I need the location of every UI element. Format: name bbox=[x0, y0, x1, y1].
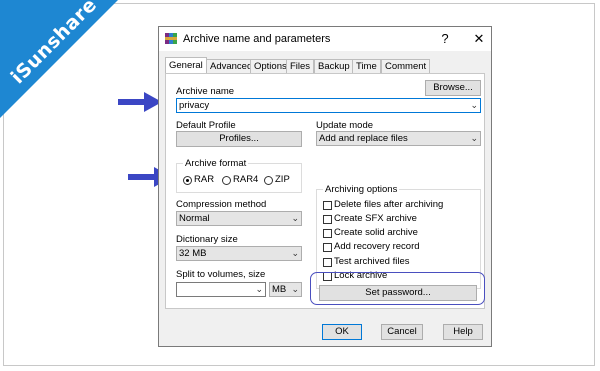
checkbox-test-archived[interactable] bbox=[323, 258, 332, 267]
archiving-options-label: Archiving options bbox=[323, 184, 400, 195]
checkbox-create-sfx-label[interactable]: Create SFX archive bbox=[334, 213, 417, 224]
checkbox-test-archived-label[interactable]: Test archived files bbox=[334, 256, 410, 267]
tab-time[interactable]: Time bbox=[352, 59, 381, 73]
radio-zip-label[interactable]: ZIP bbox=[275, 174, 290, 185]
checkbox-delete-files-label[interactable]: Delete files after archiving bbox=[334, 199, 443, 210]
checkbox-create-solid-label[interactable]: Create solid archive bbox=[334, 227, 418, 238]
update-mode-label: Update mode bbox=[316, 120, 374, 131]
tab-files[interactable]: Files bbox=[286, 59, 315, 73]
winrar-app-icon bbox=[165, 33, 177, 44]
checkbox-recovery-record[interactable] bbox=[323, 243, 332, 252]
password-highlight bbox=[310, 272, 485, 305]
split-volumes-input[interactable]: ⌄ bbox=[176, 282, 266, 297]
arrow-archive-name bbox=[118, 92, 162, 112]
checkbox-recovery-record-label[interactable]: Add recovery record bbox=[334, 241, 420, 252]
split-unit-value: MB bbox=[272, 284, 287, 295]
close-icon[interactable]: ✕ bbox=[471, 31, 487, 47]
checkbox-delete-files[interactable] bbox=[323, 201, 332, 210]
dialog-title: Archive name and parameters bbox=[183, 33, 331, 45]
radio-rar4[interactable] bbox=[222, 176, 231, 185]
help-title-button[interactable]: ? bbox=[437, 31, 453, 47]
tab-comment[interactable]: Comment bbox=[381, 59, 431, 73]
chevron-down-icon[interactable]: ⌄ bbox=[255, 283, 263, 296]
tab-backup[interactable]: Backup bbox=[314, 59, 354, 73]
chevron-down-icon[interactable]: ⌄ bbox=[470, 99, 478, 112]
split-unit-select[interactable]: MB ⌄ bbox=[269, 282, 302, 297]
checkbox-create-sfx[interactable] bbox=[323, 215, 332, 224]
cancel-button[interactable]: Cancel bbox=[381, 324, 423, 340]
ok-button[interactable]: OK bbox=[322, 324, 362, 340]
help-button[interactable]: Help bbox=[443, 324, 483, 340]
tab-options[interactable]: Options bbox=[250, 59, 291, 73]
split-volumes-label: Split to volumes, size bbox=[176, 269, 266, 280]
archive-name-label: Archive name bbox=[176, 86, 235, 97]
radio-zip[interactable] bbox=[264, 176, 273, 185]
dictionary-size-label: Dictionary size bbox=[176, 234, 238, 245]
dictionary-size-value: 32 MB bbox=[179, 248, 207, 259]
chevron-down-icon: ⌄ bbox=[291, 284, 299, 294]
update-mode-select[interactable]: Add and replace files ⌄ bbox=[316, 131, 481, 146]
browse-button[interactable]: Browse... bbox=[425, 80, 481, 96]
title-bar: Archive name and parameters ? ✕ bbox=[159, 27, 491, 51]
compression-method-label: Compression method bbox=[176, 199, 267, 210]
chevron-down-icon: ⌄ bbox=[291, 213, 299, 223]
brand-ribbon bbox=[0, 0, 118, 118]
archive-format-label: Archive format bbox=[183, 158, 249, 169]
archive-name-value: privacy bbox=[179, 100, 210, 111]
update-mode-value: Add and replace files bbox=[319, 133, 408, 144]
radio-rar-label[interactable]: RAR bbox=[194, 174, 214, 185]
compression-method-select[interactable]: Normal ⌄ bbox=[176, 211, 302, 226]
default-profile-label: Default Profile bbox=[176, 120, 236, 131]
checkbox-create-solid[interactable] bbox=[323, 229, 332, 238]
radio-selected-dot bbox=[186, 179, 189, 182]
radio-rar[interactable] bbox=[183, 176, 192, 185]
archive-name-input[interactable]: privacy ⌄ bbox=[176, 98, 481, 113]
chevron-down-icon: ⌄ bbox=[291, 248, 299, 258]
radio-rar4-label[interactable]: RAR4 bbox=[233, 174, 258, 185]
profiles-button[interactable]: Profiles... bbox=[176, 131, 302, 147]
dictionary-size-select[interactable]: 32 MB ⌄ bbox=[176, 246, 302, 261]
tab-general[interactable]: General bbox=[165, 57, 207, 74]
chevron-down-icon: ⌄ bbox=[470, 133, 478, 143]
tab-advanced[interactable]: Advanced bbox=[206, 59, 257, 73]
compression-method-value: Normal bbox=[179, 213, 210, 224]
